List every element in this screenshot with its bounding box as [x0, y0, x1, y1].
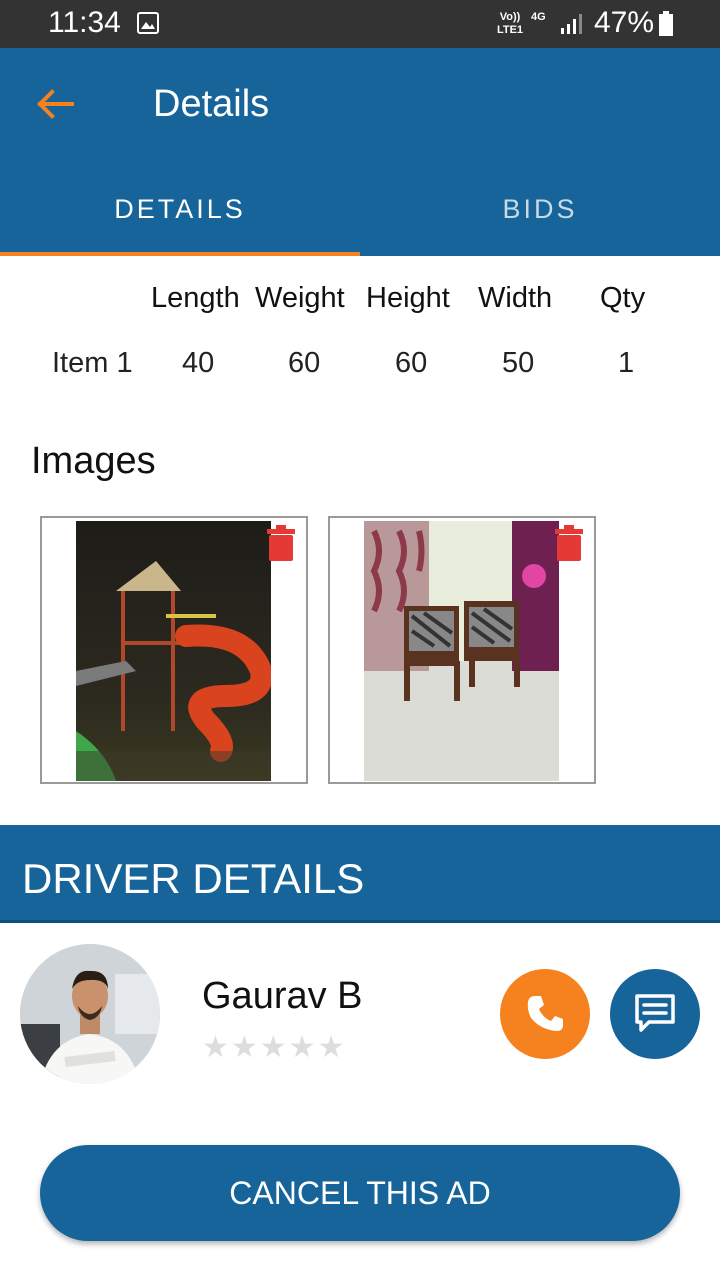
item-weight: 60 [288, 347, 321, 379]
gallery-icon [137, 12, 159, 34]
chat-button[interactable] [610, 969, 700, 1059]
tab-bids[interactable]: BIDS [360, 194, 720, 225]
images-title: Images [31, 440, 156, 482]
image-card-2[interactable] [328, 516, 596, 784]
lte-indicator: Vo)) LTE1 [496, 11, 524, 36]
image-card-1[interactable] [40, 516, 308, 784]
item-name: Item 1 [52, 347, 133, 379]
call-button[interactable] [500, 969, 590, 1059]
tab-details[interactable]: DETAILS [0, 194, 360, 225]
column-header-length: Length [151, 282, 240, 314]
driver-name: Gaurav B [202, 975, 363, 1017]
status-bar: 11:34 Vo)) LTE1 4G 47% [0, 0, 720, 48]
column-header-height: Height [366, 282, 450, 314]
playground-photo [76, 521, 271, 781]
battery-percent: 47% [594, 6, 655, 39]
signal-icon [561, 14, 582, 34]
column-header-width: Width [478, 282, 553, 314]
app-bar: Details DETAILS BIDS [0, 48, 720, 256]
driver-details-title: DRIVER DETAILS [22, 855, 365, 902]
driver-photo [20, 944, 160, 1084]
trash-icon[interactable] [555, 525, 583, 561]
driver-details-header: DRIVER DETAILS [0, 825, 720, 923]
rating-stars: ★★★★★ [202, 1031, 347, 1064]
column-header-qty: Qty [600, 282, 646, 314]
column-header-weight: Weight [255, 282, 345, 314]
tab-active-indicator [0, 252, 360, 256]
phone-icon [527, 996, 563, 1031]
page-title: Details [153, 83, 270, 125]
trash-icon[interactable] [267, 525, 295, 561]
item-height: 60 [395, 347, 428, 379]
battery-icon [659, 11, 673, 36]
chat-icon [635, 994, 675, 1032]
network-type: 4G [531, 11, 546, 23]
driver-avatar [20, 944, 160, 1084]
sofa-photo [364, 521, 559, 781]
status-time: 11:34 [48, 6, 121, 39]
cancel-ad-button[interactable]: CANCEL THIS AD [40, 1145, 680, 1241]
item-qty: 1 [618, 347, 635, 379]
item-length: 40 [182, 347, 215, 379]
arrow-left-icon[interactable] [32, 84, 80, 124]
item-width: 50 [502, 347, 535, 379]
